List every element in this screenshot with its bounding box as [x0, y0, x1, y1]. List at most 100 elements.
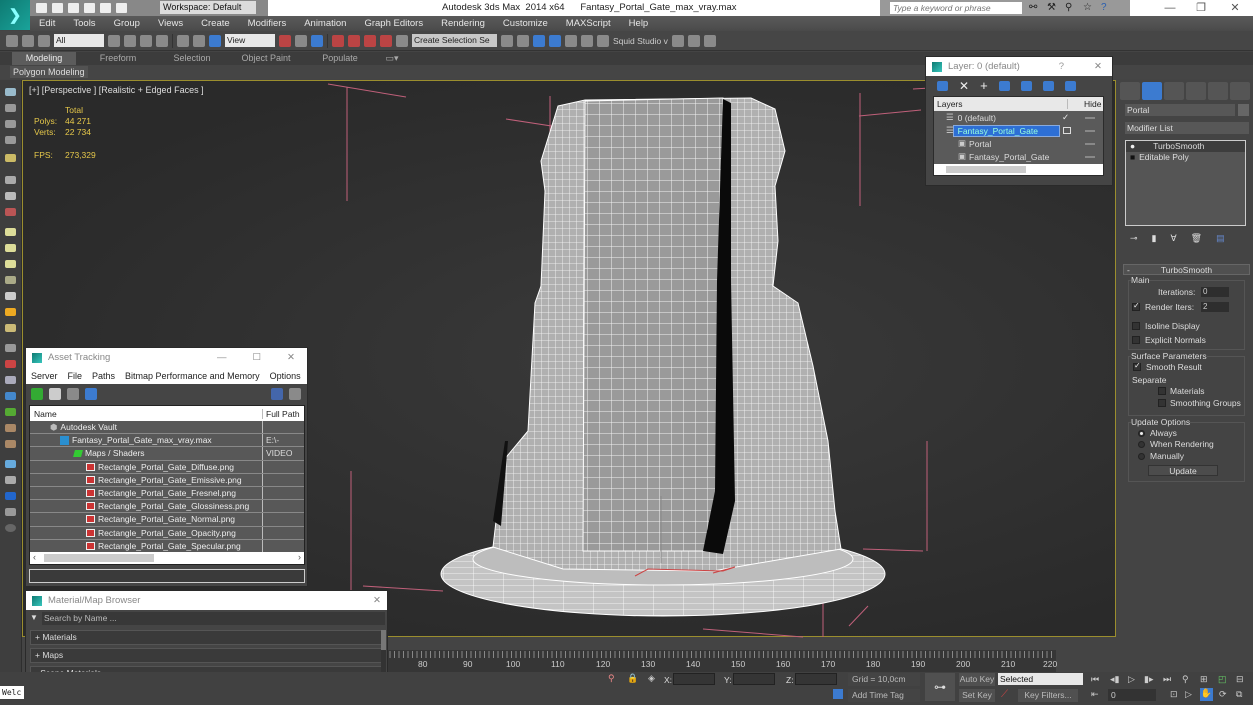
hierarchy-tab-icon[interactable] — [1164, 82, 1184, 100]
go-to-start-icon[interactable]: ⏮ — [1091, 675, 1101, 684]
render-region-icon[interactable] — [5, 476, 16, 484]
minimize-button[interactable]: — — [217, 352, 227, 363]
align-icon[interactable] — [517, 34, 529, 47]
new-file-icon[interactable] — [36, 3, 47, 13]
menu-group[interactable]: Group — [105, 16, 149, 31]
hide-all-layers-icon[interactable] — [1042, 81, 1054, 91]
turbosmooth-rollout-header[interactable]: - TurboSmooth — [1123, 264, 1250, 275]
field-of-view-icon[interactable]: ⊡ — [1170, 690, 1180, 699]
play-icon[interactable]: ▷ — [1128, 675, 1138, 684]
tab-object-paint[interactable]: Object Paint — [234, 52, 298, 65]
layer-manager-icon[interactable] — [533, 34, 545, 47]
time-tag-icon[interactable] — [833, 689, 843, 699]
object-name-field[interactable]: Portal — [1125, 104, 1235, 116]
curve-editor-icon[interactable] — [565, 34, 577, 47]
move-icon[interactable] — [177, 34, 189, 47]
close-button[interactable]: ✕ — [1094, 61, 1102, 72]
new-layer-icon[interactable] — [937, 81, 948, 91]
save-icon[interactable] — [68, 3, 79, 13]
x-coordinate-field[interactable] — [673, 673, 715, 685]
close-button[interactable]: ✕ — [287, 352, 295, 363]
mirror-icon[interactable] — [501, 34, 513, 47]
layer-window-titlebar[interactable]: Layer: 0 (default) ? ✕ — [926, 57, 1112, 76]
horizontal-scrollbar[interactable]: ‹ › — [30, 552, 304, 564]
ribbon-options-icon[interactable]: ▭▾ — [382, 52, 402, 65]
menu-create[interactable]: Create — [192, 16, 239, 31]
help-icon[interactable] — [271, 387, 283, 400]
asset-row[interactable]: Fantasy_Portal_Gate_max_vray.max E:\- VID… — [30, 434, 304, 458]
horse-icon[interactable] — [5, 424, 16, 432]
help-context-icon[interactable] — [289, 387, 301, 400]
modifier-list-dropdown[interactable]: Modifier List — [1125, 122, 1249, 134]
menu-options[interactable]: Options — [265, 371, 306, 381]
rotate-icon[interactable] — [193, 34, 205, 47]
delete-layer-icon[interactable]: ✕ — [959, 80, 969, 92]
tab-populate[interactable]: Populate — [308, 52, 372, 65]
link-icon[interactable] — [6, 34, 18, 47]
menu-customize[interactable]: Customize — [494, 16, 557, 31]
current-frame-field[interactable]: 0 — [1108, 689, 1156, 701]
reference-coordinate-dropdown[interactable]: View — [225, 34, 275, 47]
asset-row[interactable]: Rectangle_Portal_Gate_Fresnel.png — [30, 486, 304, 501]
maxscript-listener[interactable]: Welc — [0, 686, 24, 699]
grid-icon[interactable] — [5, 344, 16, 352]
highlight-layer-icon[interactable] — [1020, 81, 1032, 91]
key-tangent-icon[interactable]: ⟋ — [1001, 689, 1008, 700]
next-frame-icon[interactable]: ▮▸ — [1144, 675, 1154, 684]
display-tab-icon[interactable] — [1208, 82, 1228, 100]
isolate-selection-icon[interactable]: ⚲ — [608, 674, 618, 683]
maximize-button[interactable]: ❐ — [1186, 1, 1216, 15]
tree-icon[interactable] — [5, 408, 16, 416]
rectangular-selection-icon[interactable] — [140, 34, 152, 47]
light-icon[interactable] — [5, 154, 16, 162]
browser-options-icon[interactable]: ▼ — [30, 613, 38, 622]
select-by-name-icon[interactable] — [124, 34, 136, 47]
always-radio[interactable] — [1138, 430, 1145, 437]
select-object-icon[interactable] — [108, 34, 120, 47]
app-menu-button[interactable]: ❯ — [0, 0, 30, 30]
torus-icon[interactable] — [5, 276, 16, 284]
zoom-all-icon[interactable]: ⊞ — [1200, 675, 1210, 684]
make-active-icon[interactable] — [1063, 127, 1071, 134]
select-in-layer-icon[interactable] — [998, 81, 1010, 91]
go-to-end-icon[interactable]: ⏭ — [1163, 675, 1173, 684]
table-view-icon[interactable] — [85, 387, 97, 400]
hide-toggle[interactable] — [1085, 156, 1095, 158]
render-iters-checkbox[interactable] — [1132, 301, 1140, 311]
vray-icon[interactable] — [5, 492, 16, 500]
asset-row[interactable]: Rectangle_Portal_Gate_Opacity.png — [30, 526, 304, 540]
update-button[interactable]: Update — [1148, 465, 1218, 476]
plane-icon[interactable] — [5, 324, 16, 332]
maps-section[interactable]: + Maps — [30, 648, 382, 663]
help-icon[interactable]: ? — [1101, 3, 1112, 13]
object-color-swatch[interactable] — [1238, 104, 1249, 116]
scrollbar-thumb[interactable] — [946, 166, 1026, 173]
help-button[interactable]: ? — [1059, 61, 1064, 72]
menu-modifiers[interactable]: Modifiers — [239, 16, 296, 31]
tab-freeform[interactable]: Freeform — [86, 52, 150, 65]
cone-icon[interactable] — [5, 292, 16, 300]
add-time-tag-button[interactable]: Add Time Tag — [848, 689, 920, 702]
pan-view-icon[interactable]: ✋ — [1200, 688, 1213, 701]
materials-checkbox[interactable] — [1158, 387, 1166, 395]
globe-icon[interactable] — [5, 392, 16, 400]
crowd-icon[interactable] — [5, 376, 16, 384]
smooth-result-checkbox[interactable] — [1133, 361, 1141, 371]
sphere-icon[interactable] — [5, 244, 16, 252]
menu-tools[interactable]: Tools — [64, 16, 104, 31]
close-button[interactable]: ✕ — [373, 595, 381, 606]
stack-item-turbosmooth[interactable]: ● TurboSmooth — [1126, 141, 1245, 152]
key-filters-button[interactable]: Key Filters... — [1018, 689, 1078, 702]
menu-file[interactable]: File — [63, 371, 88, 381]
script-icon[interactable] — [5, 508, 16, 516]
biped-icon[interactable] — [5, 440, 16, 448]
window-crossing-icon[interactable] — [156, 34, 168, 47]
hide-toggle[interactable] — [1085, 117, 1095, 119]
project-folder-icon[interactable] — [116, 3, 127, 13]
list-icon[interactable] — [5, 120, 16, 128]
horizontal-scrollbar[interactable] — [934, 164, 1103, 175]
set-key-button[interactable]: Set Key — [959, 689, 995, 702]
render-iters-spinner[interactable]: 2 — [1201, 302, 1229, 312]
angle-snap-icon[interactable] — [348, 34, 360, 47]
scroll-left-icon[interactable]: ‹ — [33, 552, 36, 562]
